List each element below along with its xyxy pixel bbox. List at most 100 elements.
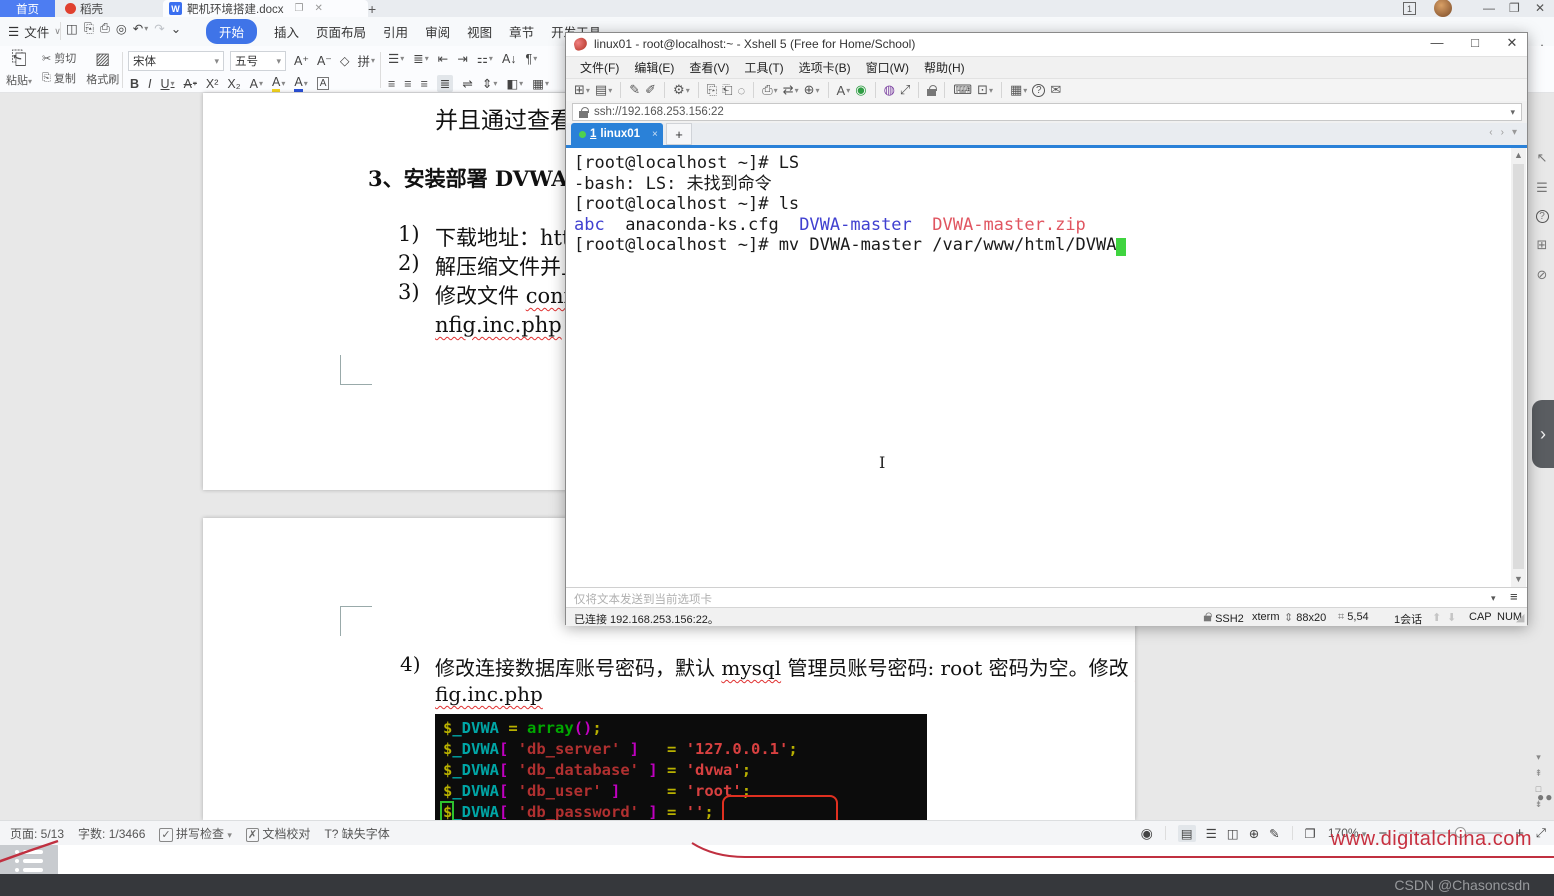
copy-button[interactable]: ⎘ 复制	[42, 70, 76, 86]
wps-close-button[interactable]: ✕	[1535, 1, 1545, 15]
new-session-tab-button[interactable]: +	[666, 123, 692, 145]
tab-scroll-left-icon[interactable]: ‹	[1489, 127, 1492, 138]
find-icon[interactable]: ◌	[738, 83, 746, 98]
fit-page-icon[interactable]: ❐	[1305, 826, 1316, 841]
compose-menu-icon[interactable]: ≡	[1510, 589, 1518, 604]
new-terminal-icon[interactable]: ⊡ ▾	[977, 82, 993, 98]
menu-item-5[interactable]: 窗口(W)	[866, 59, 909, 76]
tab-list-icon[interactable]: ▾	[1512, 127, 1517, 138]
open-session-icon[interactable]: ▤ ▾	[595, 82, 612, 98]
reconnect-icon[interactable]: ✎	[629, 82, 640, 98]
menu-item-2[interactable]: 查看(V)	[689, 59, 729, 76]
tab-home[interactable]: 首页	[0, 0, 55, 17]
underline-icon[interactable]: U ▾	[161, 77, 175, 91]
highlight-set-icon[interactable]: ◍	[884, 82, 895, 98]
sort-icon[interactable]: A↓	[502, 52, 517, 66]
outdent-icon[interactable]: ⇤	[438, 51, 448, 66]
more-options-icon[interactable]: ●●●	[1537, 790, 1554, 804]
italic-icon[interactable]: I	[148, 77, 151, 91]
tab-scroll-right-icon[interactable]: ›	[1501, 127, 1504, 138]
energy-icon[interactable]: ⊘	[1537, 267, 1548, 283]
new-tab-button[interactable]: +	[368, 0, 376, 17]
numbering-icon[interactable]: ≣ ▾	[413, 51, 429, 66]
virtual-keyboard-icon[interactable]: ⌨	[953, 82, 972, 98]
prev-page-icon[interactable]: ⇞	[1535, 768, 1543, 779]
line-spacing-icon[interactable]: ⇕ ▾	[482, 76, 498, 91]
indent-icon[interactable]: ⇥	[457, 51, 467, 66]
menu-item-3[interactable]: 工具(T)	[744, 59, 783, 76]
close-doc-icon[interactable]: ✕	[314, 3, 322, 14]
adjust-panel-icon[interactable]: ☰	[1536, 180, 1548, 196]
help-icon[interactable]: ?	[1535, 210, 1549, 223]
more-commands-icon[interactable]: ⌄	[171, 21, 181, 36]
eye-protect-icon[interactable]: ◉	[1141, 825, 1153, 842]
compose-bar[interactable]: 仅将文本发送到当前选项卡 ▾ ≡	[566, 587, 1527, 607]
ribbon-tab-2[interactable]: 页面布局	[316, 22, 366, 41]
save-icon[interactable]: ◫	[66, 21, 78, 36]
xshell-minimize-button[interactable]: —	[1424, 35, 1450, 53]
help-icon[interactable]: ?	[1032, 83, 1046, 97]
copy-icon[interactable]: ⎘	[707, 82, 717, 98]
ribbon-tab-1[interactable]: 插入	[274, 22, 299, 41]
print-preview-icon[interactable]: ◎	[116, 21, 127, 36]
paste-button[interactable]: ⎗ 粘贴▾	[6, 48, 32, 88]
align-center-icon[interactable]: ≡	[404, 77, 411, 91]
open-url-icon[interactable]: ⊕ ▾	[804, 82, 820, 98]
bold-icon[interactable]: B	[130, 77, 139, 91]
align-right-icon[interactable]: ≡	[421, 77, 428, 91]
popout-icon[interactable]: ❐	[295, 3, 304, 14]
font-color-icon[interactable]: A ▾	[294, 75, 308, 92]
highlight-icon[interactable]: A ▾	[271, 75, 285, 92]
xshell-window[interactable]: linux01 - root@localhost:~ - Xshell 5 (F…	[565, 32, 1528, 626]
undo-icon[interactable]: ↶ ▾	[133, 21, 149, 36]
menu-item-1[interactable]: 编辑(E)	[634, 59, 674, 76]
close-tab-icon[interactable]: ×	[652, 129, 658, 140]
edit-mode-icon[interactable]: ✎	[1269, 825, 1279, 842]
page-view-icon[interactable]: ▤	[1177, 824, 1196, 842]
wps-restore-button[interactable]: ❐	[1509, 1, 1520, 15]
font-name-select[interactable]: 宋体 ▾	[128, 51, 224, 71]
ribbon-tab-6[interactable]: 章节	[509, 22, 534, 41]
export-icon[interactable]: ⎘	[84, 21, 94, 36]
tab-document[interactable]: W 靶机环境搭建.docx ❐ ✕	[163, 0, 368, 17]
strikethrough-icon[interactable]: A ▾	[184, 77, 197, 91]
outline-view-icon[interactable]: ☰	[1206, 825, 1217, 842]
font-size-select[interactable]: 五号 ▾	[230, 51, 286, 71]
feedback-icon[interactable]: ✉	[1050, 82, 1061, 98]
text-effect-icon[interactable]: A ▾	[250, 77, 263, 91]
select-tool-icon[interactable]: ↖	[1537, 150, 1548, 166]
paste-icon[interactable]: ⎗	[722, 82, 732, 98]
layout-icon[interactable]: ▦ ▾	[1010, 82, 1027, 98]
panel-expander-button[interactable]: ›	[1532, 400, 1554, 468]
disconnect-icon[interactable]: ✐	[645, 82, 656, 98]
resize-grip[interactable]: ◢	[1516, 611, 1524, 624]
ribbon-tab-4[interactable]: 审阅	[425, 22, 450, 41]
scroll-up-icon[interactable]: ▲	[1511, 150, 1526, 160]
word-count[interactable]: 字数: 1/3466	[78, 825, 145, 842]
font-icon[interactable]: A ▾	[837, 83, 851, 98]
avatar[interactable]	[1434, 0, 1452, 17]
print-icon[interactable]: ⎙ ▾	[762, 82, 777, 98]
read-view-icon[interactable]: ◫	[1227, 825, 1239, 842]
fullscreen-icon[interactable]: ⤢	[1536, 826, 1546, 841]
menu-item-0[interactable]: 文件(F)	[580, 59, 619, 76]
lock-screen-icon[interactable]	[927, 84, 937, 96]
bullets-icon[interactable]: ☰ ▾	[388, 51, 404, 66]
proofread-button[interactable]: ✗ 文档校对	[245, 825, 310, 842]
ribbon-tab-5[interactable]: 视图	[467, 22, 492, 41]
clear-format-icon[interactable]: ◇	[340, 53, 350, 68]
distribute-icon[interactable]: ⇌	[462, 76, 472, 91]
scrollbar-thumb[interactable]	[1513, 164, 1524, 569]
session-tab[interactable]: 1 linux01 ×	[571, 123, 663, 145]
print-icon[interactable]: ⎙	[100, 21, 110, 36]
show-marks-icon[interactable]: ¶ ▾	[526, 52, 538, 66]
terminal-screen[interactable]: [root@localhost ~]# LS -bash: LS: 未找到命令 [r…	[566, 148, 1527, 587]
align-left-icon[interactable]: ≡	[388, 77, 395, 91]
terminal-scrollbar[interactable]: ▲ ▼	[1511, 148, 1526, 587]
web-view-icon[interactable]: ⊕	[1249, 825, 1259, 842]
xshell-title-bar[interactable]: linux01 - root@localhost:~ - Xshell 5 (F…	[566, 33, 1527, 56]
wps-minimize-button[interactable]: —	[1483, 1, 1495, 15]
shrink-font-icon[interactable]: A⁻	[317, 53, 332, 68]
redo-icon[interactable]: ↷	[154, 21, 164, 36]
file-menu[interactable]: ☰ 文件 ∨	[8, 22, 61, 41]
